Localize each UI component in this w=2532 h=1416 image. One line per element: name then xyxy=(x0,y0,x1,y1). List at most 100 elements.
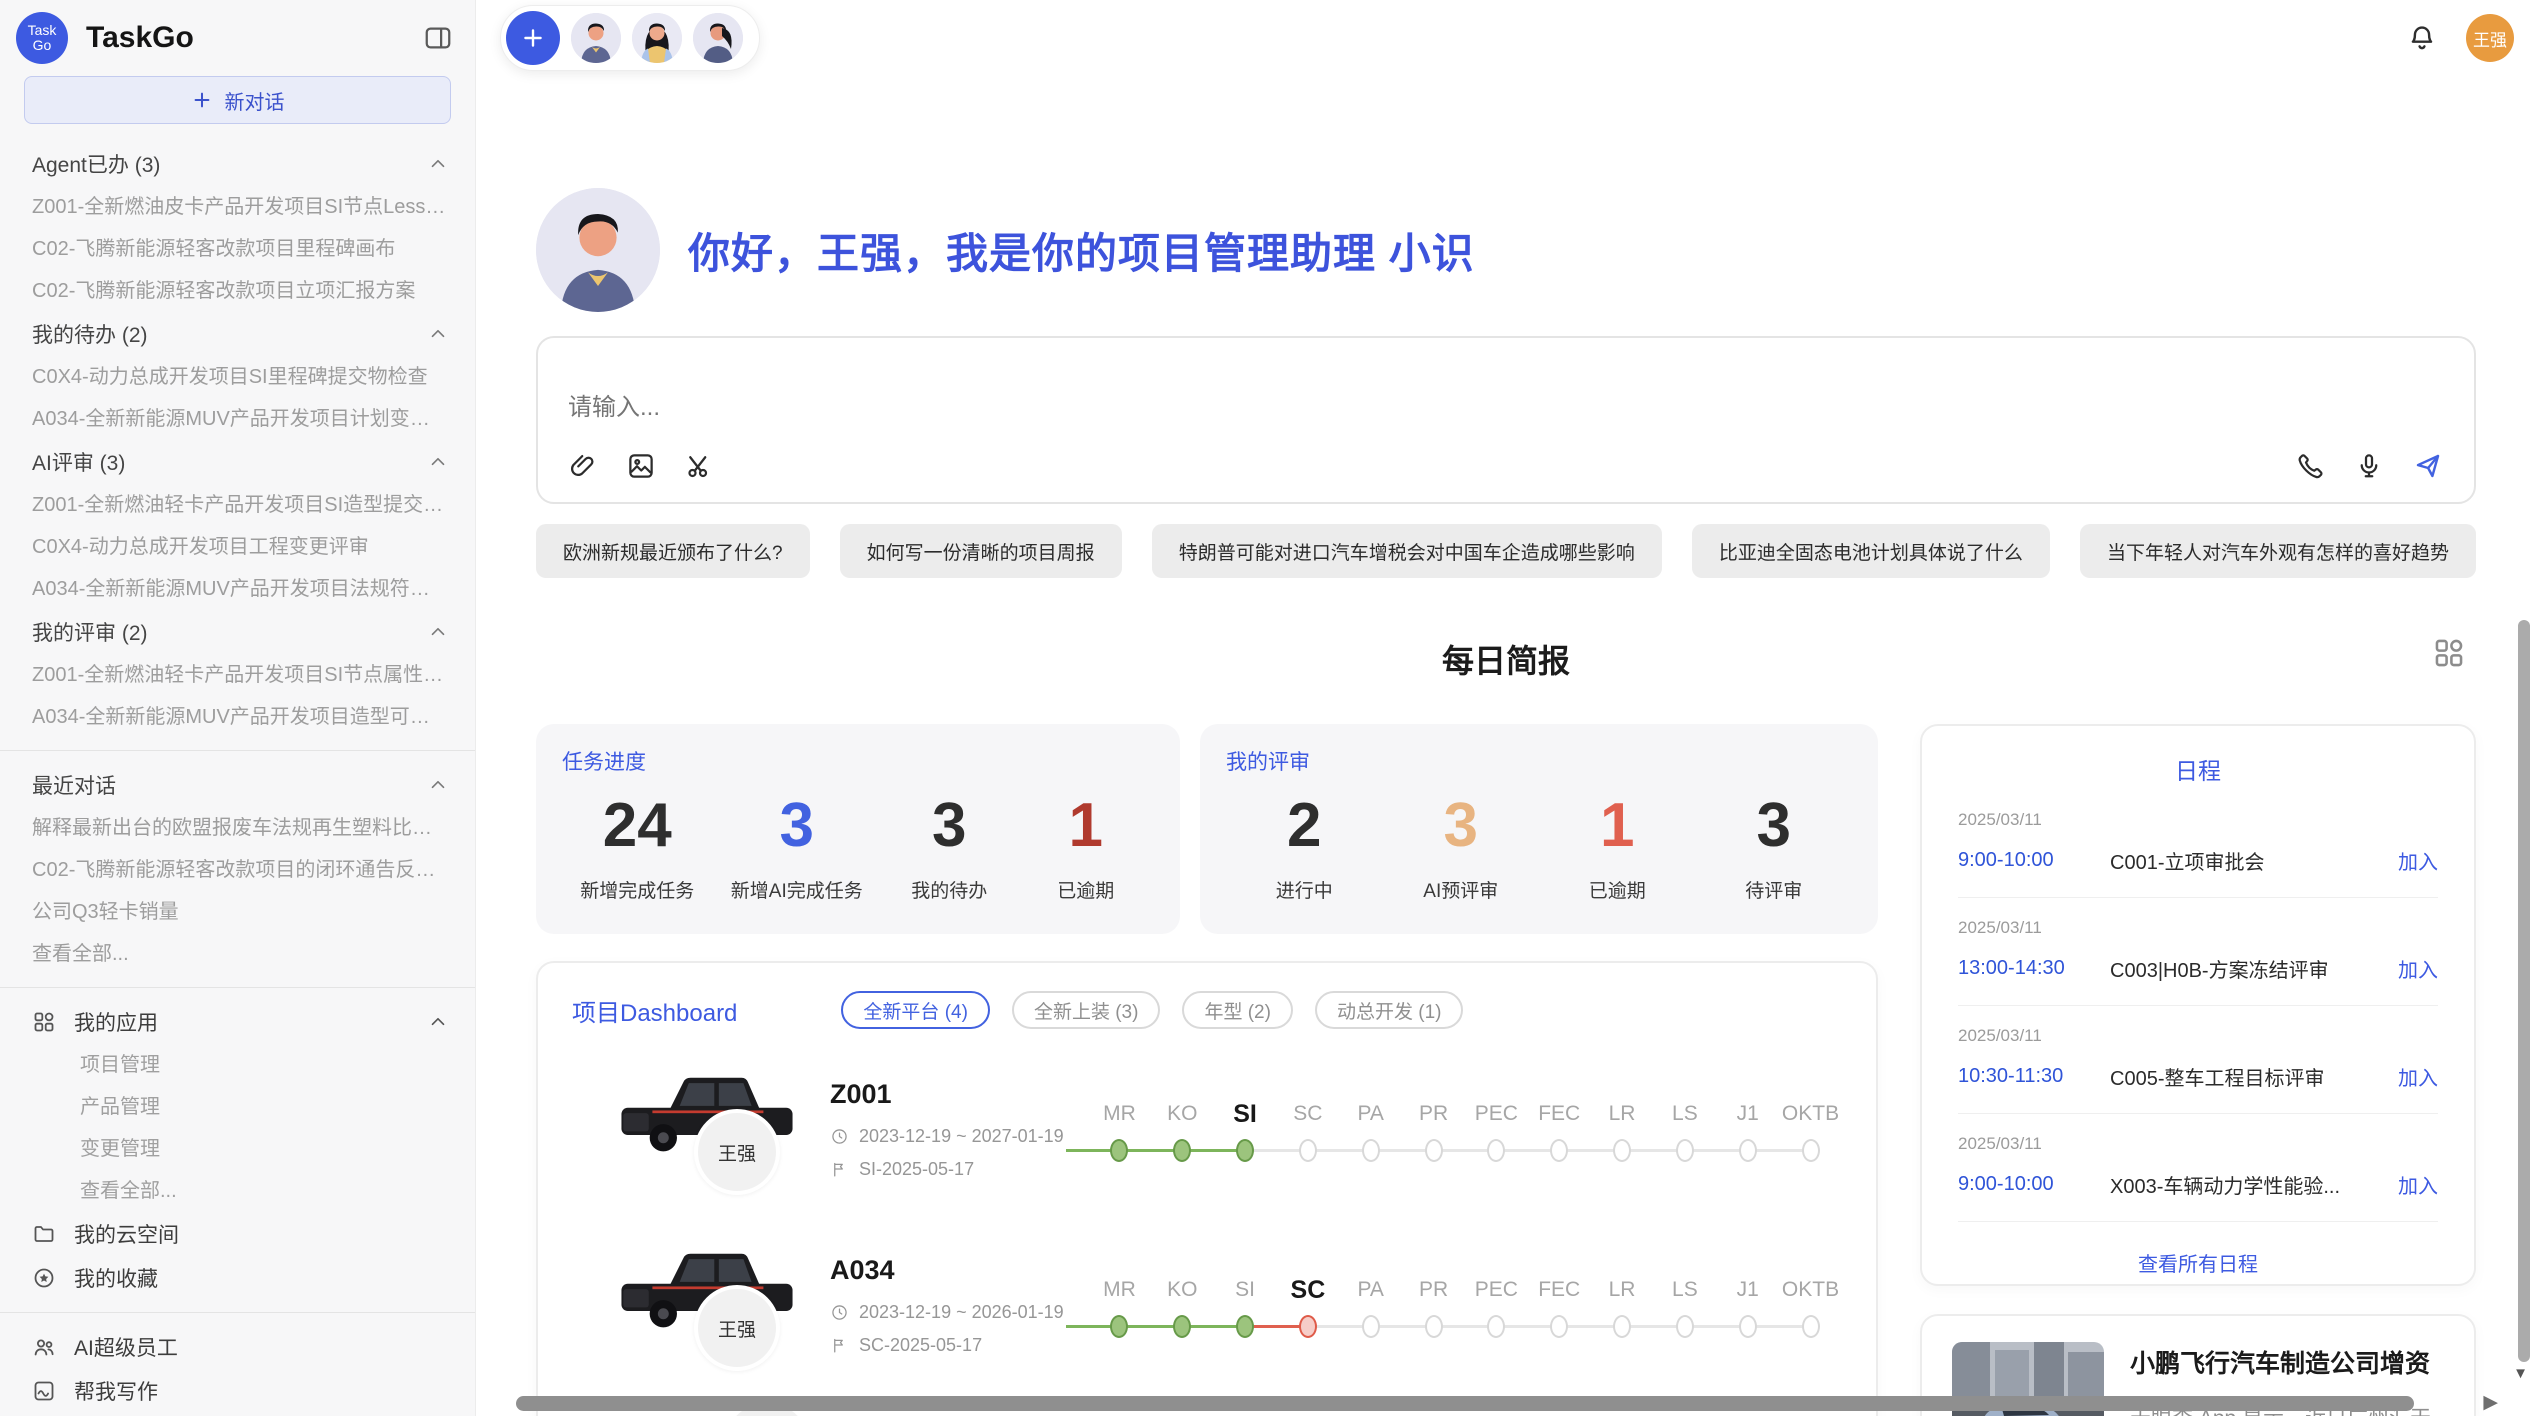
daily-briefing-header: 每日简报 xyxy=(536,636,2476,674)
suggestion-chip[interactable]: 欧洲新规最近颁布了什么? xyxy=(536,524,810,578)
sidebar-task-item[interactable]: Z001-全新燃油轻卡产品开发项目SI节点属性5D文件评审 xyxy=(32,654,449,696)
sidebar-task-item[interactable]: C0X4-动力总成开发项目SI里程碑提交物检查 xyxy=(32,356,449,398)
milestone-name: FEC xyxy=(1528,1097,1591,1131)
stat-label: AI预评审 xyxy=(1411,876,1511,903)
new-chat-button[interactable]: 新对话 xyxy=(24,76,451,124)
stat-value: 24 xyxy=(580,780,694,872)
milestone-node-MR: MR xyxy=(1088,1097,1151,1162)
project-row[interactable]: 王强Z0012023-12-19 ~ 2027-01-19SI-2025-05-… xyxy=(572,1053,1842,1205)
suggestion-chip[interactable]: 特朗普可能对进口汽车增税会对中国车企造成哪些影响 xyxy=(1152,524,1662,578)
join-link[interactable]: 加入 xyxy=(2398,1170,2438,1199)
milestone-node-PEC: PEC xyxy=(1465,1097,1528,1162)
chat-input[interactable] xyxy=(568,394,2444,422)
vertical-scrollbar[interactable] xyxy=(2518,620,2530,1362)
join-link[interactable]: 加入 xyxy=(2398,1062,2438,1091)
suggestion-chip[interactable]: 如何写一份清晰的项目周报 xyxy=(840,524,1122,578)
view-all-schedule-link[interactable]: 查看所有日程 xyxy=(1922,1222,2474,1286)
sidebar-task-item[interactable]: Z001-全新燃油皮卡产品开发项目SI节点Lesson Learn报告 xyxy=(32,186,449,228)
milestone-name: J1 xyxy=(1716,1097,1779,1131)
image-upload-icon[interactable] xyxy=(626,451,656,481)
horizontal-scrollbar[interactable] xyxy=(516,1396,2414,1411)
sidebar-section-header[interactable]: 我的评审 (2) xyxy=(32,610,449,654)
news-title: 小鹏飞行汽车制造公司增资 xyxy=(2130,1344,2444,1380)
suggestion-chip[interactable]: 当下年轻人对汽车外观有怎样的喜好趋势 xyxy=(2080,524,2476,578)
sidebar-link-我的云空间[interactable]: 我的云空间 xyxy=(32,1212,449,1256)
dashboard-filter-chip[interactable]: 年型 (2) xyxy=(1182,991,1293,1029)
milestone-dot xyxy=(1362,1139,1380,1162)
assistant-avatar xyxy=(536,188,660,312)
milestone-node-LR: LR xyxy=(1591,1273,1654,1338)
milestone-dot xyxy=(1173,1315,1191,1338)
stats-row: 任务进度24新增完成任务3新增AI完成任务3我的待办1已逾期我的评审2进行中3A… xyxy=(536,724,1878,934)
event-title: X003-车辆动力学性能验... xyxy=(2110,1170,2398,1199)
sidebar-section-header[interactable]: Agent已办 (3) xyxy=(32,142,449,186)
plus-icon xyxy=(191,89,213,111)
topbar: 王强 xyxy=(536,6,2476,70)
sidebar-tool-帮我写作[interactable]: 帮我写作 xyxy=(32,1369,449,1413)
scroll-right-arrow-icon[interactable]: ▶ xyxy=(2483,1391,2498,1414)
chevron-up-icon xyxy=(427,774,449,796)
view-all-chats-link[interactable]: 查看全部... xyxy=(32,933,449,975)
microphone-icon[interactable] xyxy=(2354,451,2384,481)
sidebar-tool-AI超级员工[interactable]: AI超级员工 xyxy=(32,1325,449,1369)
sidebar-task-item[interactable]: C02-飞腾新能源轻客改款项目里程碑画布 xyxy=(32,228,449,270)
widgets-grid-icon[interactable] xyxy=(2432,636,2466,670)
app-sub-item[interactable]: 查看全部... xyxy=(32,1170,449,1212)
recent-chat-item[interactable]: 公司Q3轻卡销量 xyxy=(32,891,449,933)
send-icon[interactable] xyxy=(2412,450,2444,482)
app-sub-item[interactable]: 变更管理 xyxy=(32,1128,449,1170)
sidebar-task-item[interactable]: Z001-全新燃油轻卡产品开发项目SI造型提交物评审 xyxy=(32,484,449,526)
greeting-text: 你好，王强，我是你的项目管理助理 小识 xyxy=(688,220,1475,281)
clock-icon xyxy=(830,1303,849,1322)
flag-icon xyxy=(830,1336,849,1355)
collapse-sidebar-icon[interactable] xyxy=(423,23,453,53)
join-link[interactable]: 加入 xyxy=(2398,954,2438,983)
milestone-name: LS xyxy=(1653,1097,1716,1131)
recent-chat-item[interactable]: C02-飞腾新能源轻客改款项目的闭环通告反馈情况 xyxy=(32,849,449,891)
dashboard-filter-chip[interactable]: 动总开发 (1) xyxy=(1315,991,1464,1029)
sidebar-task-item[interactable]: C0X4-动力总成开发项目工程变更评审 xyxy=(32,526,449,568)
sidebar-task-item[interactable]: A034-全新新能源MUV产品开发项目法规符合性评审 xyxy=(32,568,449,610)
main-area: 王强 你好，王强，我是你的项目管理助理 小识 欧洲 xyxy=(476,0,2532,1416)
sidebar-section-header[interactable]: 最近对话 xyxy=(32,763,449,807)
message-composer[interactable] xyxy=(536,336,2476,504)
attachment-icon[interactable] xyxy=(568,451,598,481)
screenshot-scissors-icon[interactable] xyxy=(684,451,714,481)
agent-avatar[interactable] xyxy=(632,13,682,63)
sidebar-link-我的收藏[interactable]: 我的收藏 xyxy=(32,1256,449,1300)
milestone-dot xyxy=(1676,1139,1694,1162)
recent-chat-item[interactable]: 解释最新出台的欧盟报废车法规再生塑料比例被调至15%... xyxy=(32,807,449,849)
stat: 3AI预评审 xyxy=(1411,780,1511,903)
event-time: 9:00-10:00 xyxy=(1958,1173,2110,1196)
my-apps-header[interactable]: 我的应用 xyxy=(32,1000,449,1044)
stat-label: 我的待办 xyxy=(899,876,999,903)
stat-value: 1 xyxy=(1567,780,1667,872)
voice-call-icon[interactable] xyxy=(2296,451,2326,481)
sidebar-task-item[interactable]: A034-全新新能源MUV产品开发项目造型可行性评审 xyxy=(32,696,449,738)
add-agent-button[interactable] xyxy=(506,11,560,65)
user-avatar[interactable]: 王强 xyxy=(2466,14,2514,62)
agent-avatar-pill xyxy=(500,5,760,71)
tool-label: AI超级员工 xyxy=(74,1332,449,1362)
event-date: 2025/03/11 xyxy=(1958,1026,2438,1046)
app-title: TaskGo xyxy=(86,21,423,55)
notification-bell-icon[interactable] xyxy=(2406,22,2438,54)
scroll-down-arrow-icon[interactable]: ▼ xyxy=(2513,1365,2528,1382)
app-sub-item[interactable]: 项目管理 xyxy=(32,1044,449,1086)
sidebar-task-item[interactable]: C02-飞腾新能源轻客改款项目立项汇报方案 xyxy=(32,270,449,312)
project-row[interactable]: 王强A0342023-12-19 ~ 2026-01-19SC-2025-05-… xyxy=(572,1229,1842,1381)
join-link[interactable]: 加入 xyxy=(2398,846,2438,875)
app-sub-item[interactable]: 产品管理 xyxy=(32,1086,449,1128)
suggestion-chip[interactable]: 比亚迪全固态电池计划具体说了什么 xyxy=(1692,524,2050,578)
milestone-dot xyxy=(1110,1139,1128,1162)
sidebar-task-item[interactable]: A034-全新新能源MUV产品开发项目计划变更表编写 xyxy=(32,398,449,440)
agent-avatar[interactable] xyxy=(693,13,743,63)
dashboard-filter-chip[interactable]: 全新上装 (3) xyxy=(1012,991,1161,1029)
project-dashboard-card: 项目Dashboard 全新平台 (4)全新上装 (3)年型 (2)动总开发 (… xyxy=(536,961,1878,1416)
dashboard-filter-chip[interactable]: 全新平台 (4) xyxy=(841,991,990,1029)
sidebar-section-header[interactable]: 我的待办 (2) xyxy=(32,312,449,356)
project-media: 王强 xyxy=(572,1229,830,1381)
agent-avatar[interactable] xyxy=(571,13,621,63)
milestone-name: PA xyxy=(1339,1273,1402,1307)
sidebar-section-header[interactable]: AI评审 (3) xyxy=(32,440,449,484)
